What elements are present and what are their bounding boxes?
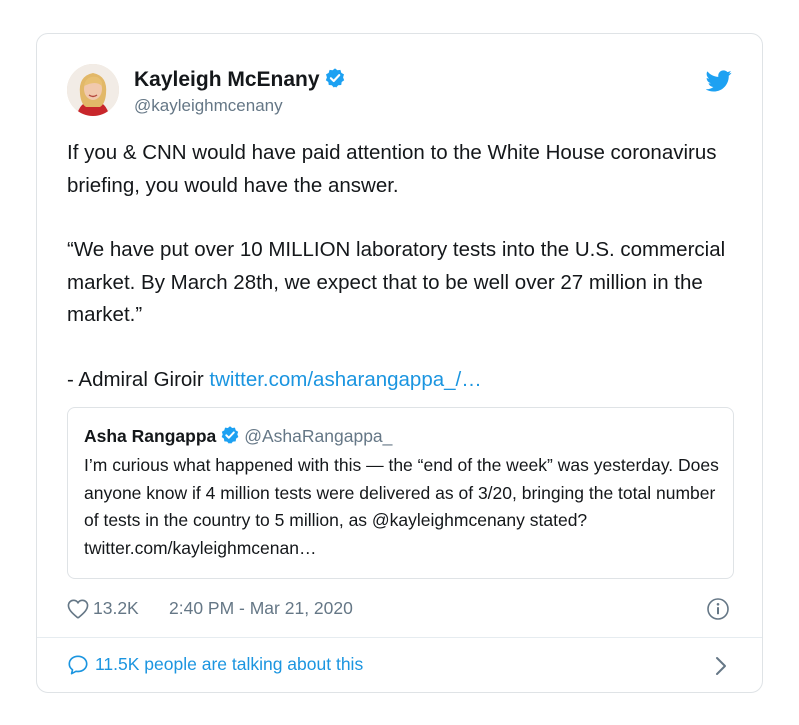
comment-bubble-icon <box>68 655 88 675</box>
quoted-tweet-text: I’m curious what happened with this — th… <box>84 455 719 558</box>
info-icon[interactable] <box>706 597 730 621</box>
attribution-text: - Admiral Giroir <box>67 367 204 391</box>
conversation-link[interactable]: 11.5K people are talking about this <box>67 651 732 681</box>
author-handle[interactable]: @kayleighmcenany <box>134 96 283 116</box>
quoted-author-name: Asha Rangappa <box>84 426 217 446</box>
like-count[interactable]: 13.2K <box>93 598 139 619</box>
tweet-paragraph: If you & CNN would have paid attention t… <box>67 141 717 197</box>
avatar[interactable] <box>67 64 119 116</box>
avatar-image <box>67 64 119 116</box>
tweet-text: If you & CNN would have paid attention t… <box>67 137 737 396</box>
heart-icon[interactable] <box>67 599 89 619</box>
divider <box>37 637 762 638</box>
tweet-paragraph: “We have put over 10 MILLION laboratory … <box>67 238 726 326</box>
tweet-meta: 13.2K 2:40 PM - Mar 21, 2020 <box>67 596 732 622</box>
timestamp[interactable]: 2:40 PM - Mar 21, 2020 <box>169 598 353 619</box>
verified-badge-icon <box>324 67 346 95</box>
chevron-right-icon[interactable] <box>714 656 728 676</box>
talking-about-text: 11.5K people are talking about this <box>95 654 364 674</box>
quoted-tweet-header: Asha Rangappa @AshaRangappa_ <box>84 425 392 450</box>
quoted-author-handle: @AshaRangappa_ <box>244 426 393 446</box>
tweet-link[interactable]: twitter.com/asharangappa_/… <box>209 368 481 391</box>
tweet-attribution-line: - Admiral Giroir twitter.com/asharangapp… <box>67 364 737 397</box>
author-name-text: Kayleigh McEnany <box>134 68 320 91</box>
tweet-header: Kayleigh McEnany @kayleighmcenany <box>67 64 732 124</box>
author-name[interactable]: Kayleigh McEnany <box>134 67 346 95</box>
embedded-tweet-card: Kayleigh McEnany @kayleighmcenany If you… <box>36 33 763 693</box>
verified-badge-icon <box>220 425 240 450</box>
twitter-bird-icon[interactable] <box>706 70 732 92</box>
quoted-tweet[interactable]: Asha Rangappa @AshaRangappa_ I’m curious… <box>67 407 734 579</box>
